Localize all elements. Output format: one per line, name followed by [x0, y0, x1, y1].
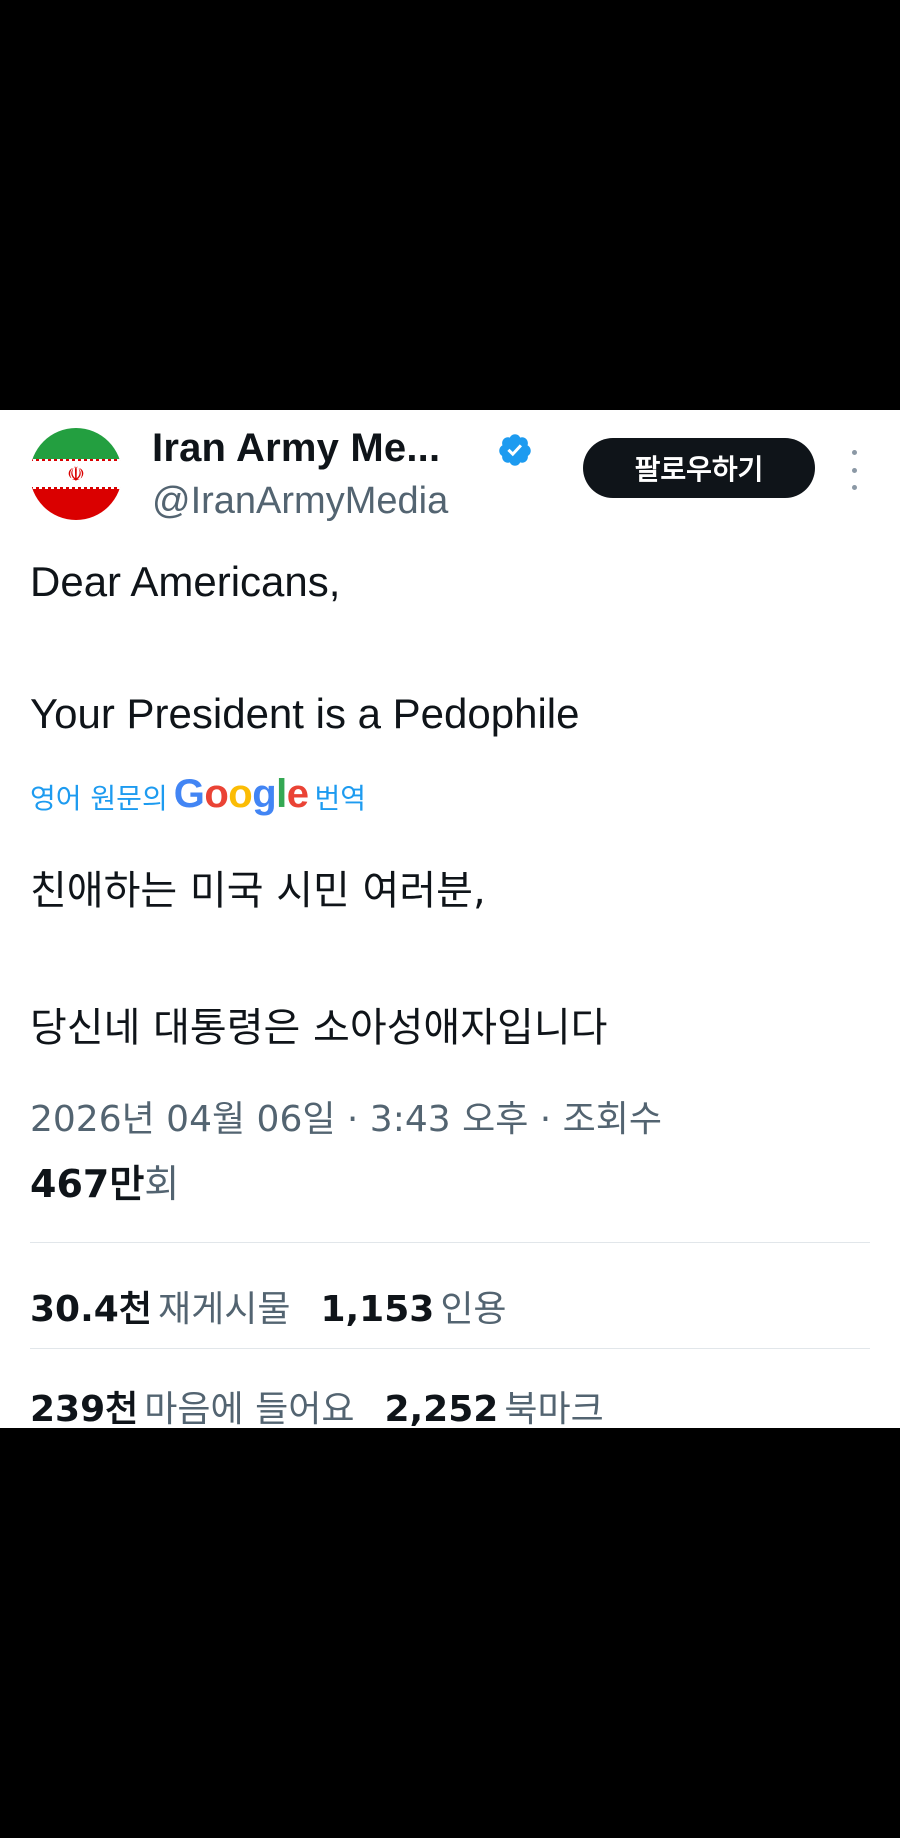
avatar[interactable]: ☫	[30, 428, 122, 520]
translation-suffix: 번역	[314, 781, 367, 815]
top-black-bar	[0, 0, 900, 410]
reposts-stat[interactable]: 30.4천 재게시물	[30, 1280, 290, 1332]
tweet-text-line-2: Your President is a Pedophile	[30, 690, 580, 737]
tweet-card: ☫ Iran Army Me... @IranArmyMedia 팔로우하기 D…	[0, 410, 900, 1430]
account-handle[interactable]: @IranArmyMedia	[152, 480, 448, 523]
flag-emblem-icon: ☫	[67, 462, 85, 486]
view-count-number: 467만	[30, 1162, 145, 1206]
tweet-timestamp[interactable]: 2026년 04월 06일 · 3:43 오후 · 조회수	[30, 1090, 662, 1142]
stats-row-1: 30.4천 재게시물 1,153 인용	[30, 1280, 537, 1332]
stats-row-2: 239천 마음에 들어요 2,252 북마크	[30, 1380, 634, 1432]
follow-button[interactable]: 팔로우하기	[583, 438, 815, 498]
avatar-flag-red	[30, 489, 122, 520]
google-logo: Google	[173, 772, 309, 816]
bottom-black-bar	[0, 1428, 900, 1838]
view-count-unit: 회	[144, 1162, 180, 1206]
view-count: 467만회	[30, 1153, 179, 1208]
more-options-icon[interactable]	[848, 450, 860, 490]
avatar-flag-white: ☫	[30, 458, 122, 490]
quotes-stat[interactable]: 1,153 인용	[320, 1280, 506, 1332]
divider	[30, 1348, 870, 1349]
tweet-text-line-1: Dear Americans,	[30, 558, 341, 605]
divider	[30, 1242, 870, 1243]
avatar-flag-green	[30, 428, 122, 459]
bookmarks-stat[interactable]: 2,252 북마크	[384, 1380, 603, 1432]
translation-note[interactable]: 영어 원문의 Google 번역	[30, 772, 367, 819]
translated-line-2: 당신네 대통령은 소아성애자입니다	[30, 1005, 608, 1051]
likes-stat[interactable]: 239천 마음에 들어요	[30, 1380, 354, 1432]
translated-line-1: 친애하는 미국 시민 여러분,	[30, 868, 486, 914]
verified-badge-icon	[499, 434, 531, 466]
translation-prefix: 영어 원문의	[30, 781, 168, 815]
display-name[interactable]: Iran Army Me...	[152, 426, 440, 471]
